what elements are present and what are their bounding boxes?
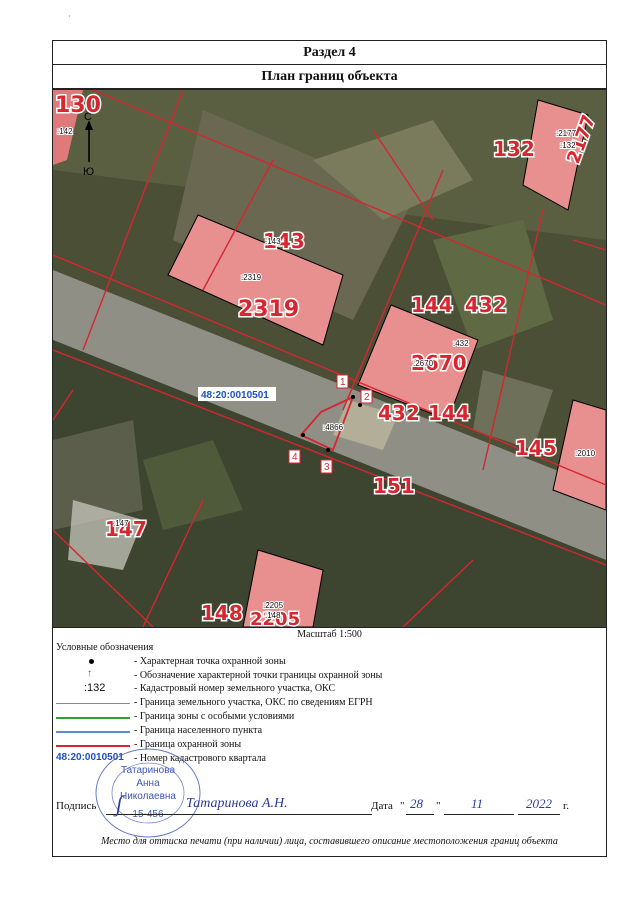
date-day-underline <box>406 814 434 815</box>
date-year-underline <box>518 814 560 815</box>
boundary-map: С Ю 130 143 2319 132 2177 144 432 2670 4… <box>52 89 607 628</box>
date-label: Дата <box>371 800 393 812</box>
cad-label-2177: :2177 <box>556 129 577 138</box>
handwritten-signature: ʃ <box>116 792 123 817</box>
date-quote-open-day: " <box>400 800 405 812</box>
cad-label-143: :143 <box>265 237 281 246</box>
cad-label-2319: :2319 <box>241 273 262 282</box>
parcel-label-2319: 2319 <box>238 297 299 322</box>
point-dot-icon <box>89 659 94 664</box>
date-day: 28 <box>410 796 423 811</box>
cad-label-148: :148 <box>265 611 281 620</box>
cad-label-2205: :2205 <box>263 601 284 610</box>
point-label-1: 1 <box>340 377 346 388</box>
parcel-label-144-bottom: 144 <box>428 401 470 425</box>
parcel-label-130: 130 <box>55 93 101 118</box>
signature-row: Подпись ʃ Татаринова А.Н. Дата " 28 " 11… <box>56 792 606 820</box>
scale-label: Масштаб 1:500 <box>297 629 362 640</box>
cad-label-142: :142 <box>57 127 73 136</box>
parcel-label-148: 148 <box>201 601 243 625</box>
cad-label-147: :147 <box>113 519 129 528</box>
cad-label-432: :432 <box>453 339 469 348</box>
signature-name: Татаринова А.Н. <box>186 796 288 811</box>
gray-line-icon <box>56 703 130 704</box>
cad-label-2010: :2010 <box>575 449 596 458</box>
green-line-icon <box>56 717 130 719</box>
date-month-underline <box>444 814 514 815</box>
parcel-label-432-top: 432 <box>465 293 507 317</box>
point-label-4: 4 <box>292 452 298 463</box>
surveyor-stamp: Татаринова Анна Николаевна 15-456 <box>95 748 201 838</box>
parcel-label-145: 145 <box>515 436 557 460</box>
legend-item-point: - Характерная точка охранной зоны <box>56 655 606 669</box>
parcel-label-432-bottom: 432 <box>378 401 420 425</box>
section-title: Раздел 4 <box>52 40 607 65</box>
point-label-2: 2 <box>364 392 370 403</box>
stamp-place-note: Место для оттиска печати (при наличии) л… <box>101 836 558 847</box>
date-month: 11 <box>471 796 484 811</box>
plan-title: План границ объекта <box>52 64 607 89</box>
cad-label-132: :132 <box>560 141 576 150</box>
cad-label-2670: :2670 <box>413 359 434 368</box>
signature-label: Подпись <box>56 800 97 812</box>
blue-line-icon <box>56 731 130 733</box>
stamp-line-1: Татаринова <box>121 765 175 776</box>
cad-label-4866: :4866 <box>323 423 344 432</box>
quarter-number-label: 48:20:0010501 <box>201 390 269 401</box>
legend-item-settlement: - Граница населенного пункта <box>56 724 606 738</box>
parcel-label-132: 132 <box>493 137 535 161</box>
compass-south-label: Ю <box>83 166 94 178</box>
date-year: 2022 <box>526 796 552 811</box>
legend-item-special-zone: - Граница зоны с особыми условиями <box>56 710 606 724</box>
legend-item-cadastral: :132 - Кадастровый номер земельного учас… <box>84 682 336 694</box>
date-quote-close-day: " <box>436 800 441 812</box>
legend-title: Условные обозначения <box>56 642 154 653</box>
signature-underline <box>106 814 372 815</box>
stamp-line-2: Анна <box>136 778 160 789</box>
arrow-up-icon: ↑ <box>87 668 92 679</box>
parcel-label-144-top: 144 <box>411 293 453 317</box>
legend-item-point-marker: ↑ - Обозначение характерной точки границ… <box>87 668 383 681</box>
parcel-label-151: 151 <box>373 474 415 498</box>
scan-speck: · <box>68 12 71 21</box>
date-year-suffix: г. <box>563 800 570 812</box>
point-label-3: 3 <box>324 462 330 473</box>
legend-item-parcel-boundary: - Граница земельного участка, ОКС по све… <box>56 696 606 710</box>
